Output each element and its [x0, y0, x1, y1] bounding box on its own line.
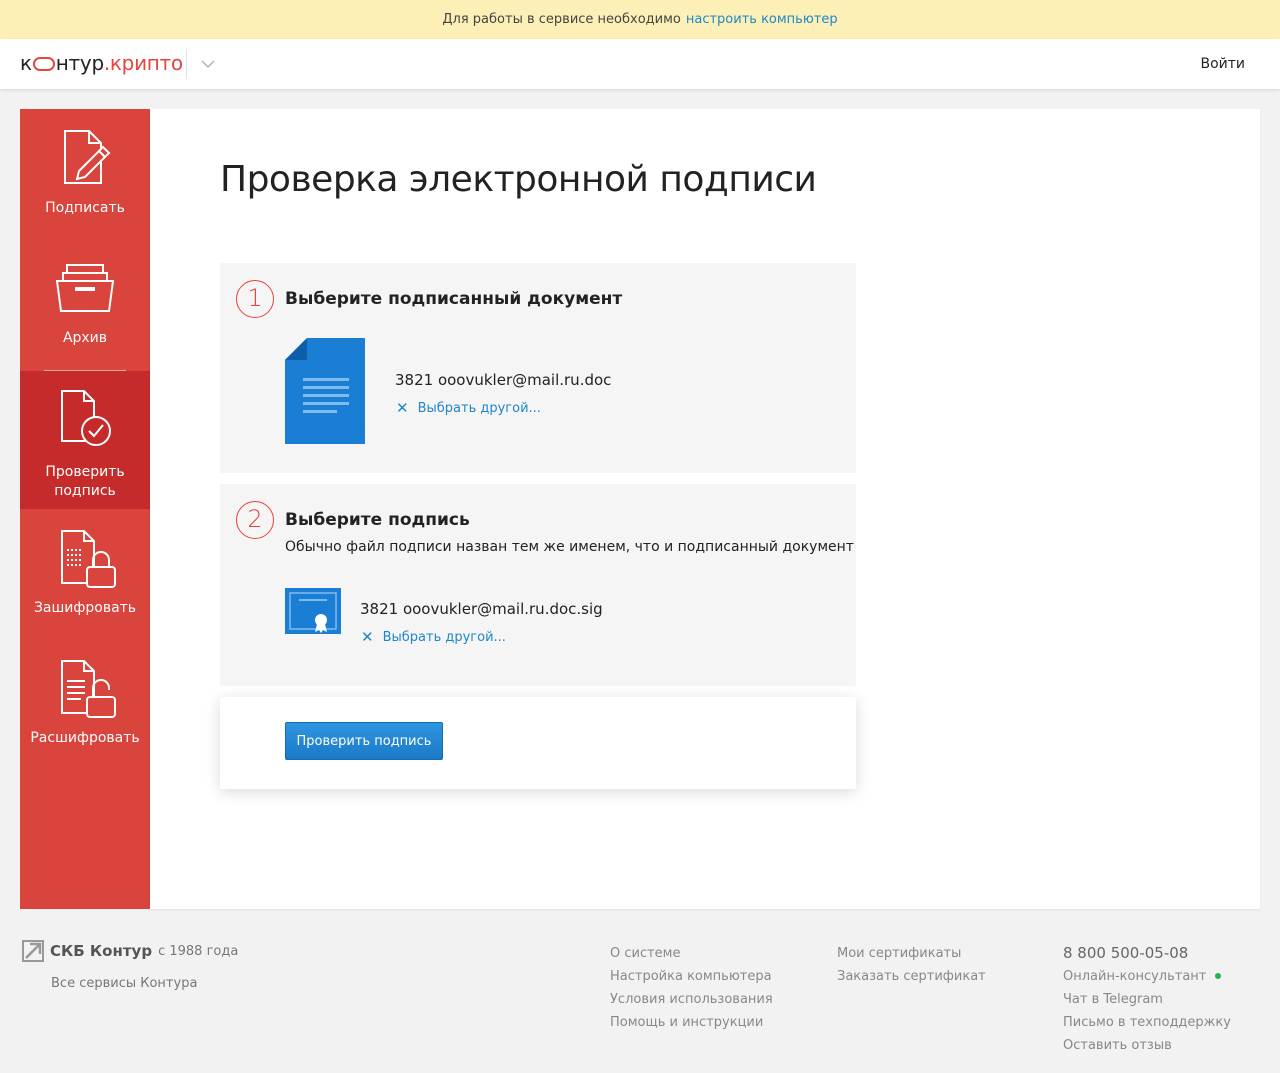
- footer-link-telegram[interactable]: Чат в Telegram: [1063, 988, 1231, 1011]
- sidebar-item-label: Архив: [62, 330, 108, 346]
- footer-link-help[interactable]: Помощь и инструкции: [610, 1011, 773, 1034]
- encrypt-lock-icon: [61, 530, 116, 588]
- support-phone: 8 800 500-05-08: [1063, 944, 1189, 962]
- sidebar-item-decrypt[interactable]: Расшифровать: [20, 657, 150, 757]
- verify-signature-icon: [61, 390, 111, 446]
- archive-icon: [55, 264, 115, 312]
- sidebar-item-sign[interactable]: Подписать: [20, 127, 150, 227]
- action-panel: Проверить подпись: [220, 697, 856, 789]
- footer-link-online-consultant[interactable]: Онлайн-консультант: [1063, 965, 1231, 988]
- sidebar-item-label-line1: Проверить: [45, 464, 125, 480]
- setup-computer-link[interactable]: настроить компьютер: [686, 12, 838, 27]
- chevron-down-icon[interactable]: [200, 57, 216, 71]
- main-content: Проверка электронной подписи 1 Выберите …: [150, 109, 1260, 909]
- login-link[interactable]: Войти: [1200, 56, 1245, 72]
- footer-brand-name: СКБ Контур: [50, 942, 153, 960]
- logo-separator: [186, 49, 187, 79]
- footer-column-3: 8 800 500-05-08 Онлайн-консультант Чат в…: [1063, 942, 1231, 1057]
- footer-column-2: Мои сертификаты Заказать сертификат: [837, 942, 986, 988]
- sidebar-item-verify[interactable]: Проверить подпись: [20, 371, 150, 509]
- footer-link-order-certificate[interactable]: Заказать сертификат: [837, 965, 986, 988]
- close-icon: ✕: [396, 399, 409, 417]
- change-document-link[interactable]: ✕ Выбрать другой...: [396, 399, 541, 417]
- logo-ring-icon: [32, 57, 55, 71]
- step-2-title: Выберите подпись: [285, 510, 470, 530]
- footer-since: с 1988 года: [158, 943, 239, 959]
- footer-link-about[interactable]: О системе: [610, 942, 773, 965]
- skb-kontur-brand[interactable]: СКБ Контур с 1988 года: [22, 940, 238, 962]
- step-1-number: 1: [236, 280, 274, 318]
- change-signature-label: Выбрать другой...: [382, 629, 506, 645]
- kontur-kripto-logo[interactable]: к нтур .крипто: [20, 51, 183, 75]
- logo-text-ntur: нтур: [55, 51, 104, 75]
- all-services-link[interactable]: Все сервисы Контура: [51, 976, 197, 991]
- sidebar: Подписать Архив Проверить подпись Зашифр…: [20, 109, 150, 909]
- change-document-label: Выбрать другой...: [417, 400, 541, 416]
- footer-column-1: О системе Настройка компьютера Условия и…: [610, 942, 773, 1034]
- sidebar-item-label: Зашифровать: [33, 600, 137, 616]
- sign-document-icon: [64, 130, 111, 184]
- sidebar-item-label: Расшифровать: [30, 730, 140, 746]
- signature-certificate-icon: [285, 588, 341, 634]
- decrypt-unlock-icon: [61, 660, 116, 718]
- footer-link-terms[interactable]: Условия использования: [610, 988, 773, 1011]
- word-document-icon: [285, 338, 365, 444]
- step-2-panel: 2 Выберите подпись Обычно файл подписи н…: [220, 484, 856, 686]
- setup-banner: Для работы в сервисе необходимо настроит…: [0, 0, 1280, 39]
- close-icon: ✕: [361, 628, 374, 646]
- step-2-description: Обычно файл подписи назван тем же именем…: [285, 539, 854, 555]
- sidebar-item-encrypt[interactable]: Зашифровать: [20, 527, 150, 627]
- signature-file-name: 3821 ooovukler@mail.ru.doc.sig: [360, 600, 603, 618]
- footer-link-support-email[interactable]: Письмо в техподдержку: [1063, 1011, 1231, 1034]
- step-2-number: 2: [236, 501, 274, 539]
- document-file-name: 3821 ooovukler@mail.ru.doc: [395, 371, 612, 389]
- footer-link-setup[interactable]: Настройка компьютера: [610, 965, 773, 988]
- sidebar-item-archive[interactable]: Архив: [20, 259, 150, 359]
- sidebar-item-label: Подписать: [45, 200, 125, 216]
- footer-link-my-certificates[interactable]: Мои сертификаты: [837, 942, 986, 965]
- online-consultant-label: Онлайн-консультант: [1063, 969, 1207, 984]
- header: к нтур .крипто Войти: [0, 39, 1280, 89]
- banner-text: Для работы в сервисе необходимо: [442, 12, 681, 27]
- logo-text-k: к: [20, 51, 32, 75]
- skb-kontur-logo-icon: [22, 940, 44, 962]
- sidebar-item-label-line2: подпись: [54, 483, 116, 499]
- footer-link-feedback[interactable]: Оставить отзыв: [1063, 1034, 1231, 1057]
- change-signature-link[interactable]: ✕ Выбрать другой...: [361, 628, 506, 646]
- page-title: Проверка электронной подписи: [220, 159, 817, 200]
- verify-signature-button[interactable]: Проверить подпись: [285, 722, 443, 760]
- step-1-title: Выберите подписанный документ: [285, 289, 623, 309]
- online-status-icon: [1215, 972, 1222, 979]
- footer: СКБ Контур с 1988 года Все сервисы Конту…: [0, 930, 1280, 1073]
- logo-text-kripto: .крипто: [103, 51, 183, 75]
- step-1-panel: 1 Выберите подписанный документ 3821 ooo…: [220, 263, 856, 473]
